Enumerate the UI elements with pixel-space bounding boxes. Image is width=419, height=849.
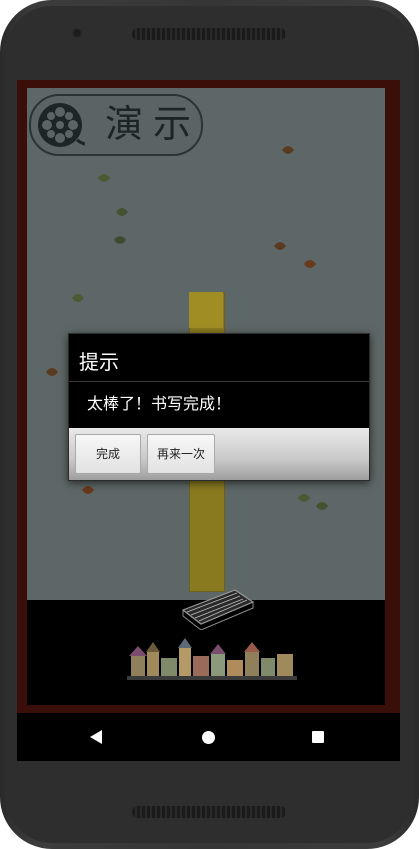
top-speaker [132, 28, 286, 40]
film-reel-icon [38, 103, 85, 147]
leaf-icon [316, 502, 328, 510]
phone-frame: 演示 提示 太棒了！书写完成！ 完成 再来一次 [0, 0, 419, 849]
app-title: 演示 [105, 102, 202, 146]
recent-square-icon[interactable] [312, 731, 324, 743]
leaf-icon [72, 294, 84, 302]
done-button[interactable]: 完成 [75, 434, 141, 474]
notebook-icon [181, 589, 255, 630]
writing-strip-top [189, 292, 223, 328]
title-badge: 演示 [29, 94, 203, 156]
app-canvas: 演示 提示 太棒了！书写完成！ 完成 再来一次 [27, 88, 385, 705]
retry-button[interactable]: 再来一次 [147, 434, 215, 474]
leaf-icon [304, 260, 316, 268]
dialog-message: 太棒了！书写完成！ [87, 394, 232, 413]
system-nav-bar [17, 713, 400, 761]
app-frame: 演示 提示 太棒了！书写完成！ 完成 再来一次 [17, 80, 400, 713]
leaf-icon [82, 486, 94, 494]
dialog-button-bar: 完成 再来一次 [69, 428, 369, 480]
front-camera [72, 28, 82, 38]
leaf-icon [116, 208, 128, 216]
dialog-title: 提示 [79, 350, 119, 374]
leaf-icon [282, 146, 294, 154]
leaf-icon [274, 242, 286, 250]
leaf-icon [98, 174, 110, 182]
screen: 演示 提示 太棒了！书写完成！ 完成 再来一次 [17, 80, 400, 761]
leaf-icon [46, 368, 58, 376]
leaf-icon [114, 236, 126, 244]
bottom-speaker [132, 806, 286, 818]
leaf-icon [298, 494, 310, 502]
dialog-title-bar: 提示 [69, 334, 369, 382]
back-triangle-icon[interactable] [90, 730, 102, 744]
village-illustration [127, 638, 297, 680]
alert-dialog: 提示 太棒了！书写完成！ 完成 再来一次 [68, 333, 370, 481]
home-circle-icon[interactable] [202, 731, 215, 744]
